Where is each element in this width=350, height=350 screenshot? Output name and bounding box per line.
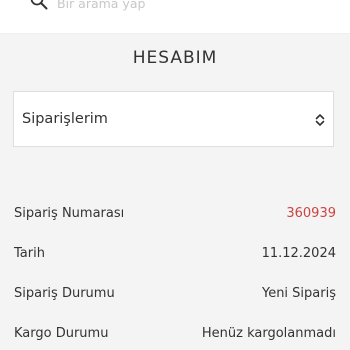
account-page: HESABIM Siparişlerim Sipariş Numarası 36… xyxy=(0,34,350,350)
page-title: HESABIM xyxy=(132,48,218,68)
select-selected-value: Siparişlerim xyxy=(22,111,108,127)
shipping-status-value: Henüz kargolanmadı xyxy=(201,326,336,341)
shipping-status-row: Kargo Durumu Henüz kargolanmadı xyxy=(0,324,350,344)
order-number-row: Sipariş Numarası 360939 xyxy=(0,204,350,224)
chevron-up-down-icon xyxy=(314,112,326,126)
order-date-label: Tarih xyxy=(14,246,45,261)
search-input[interactable] xyxy=(57,0,307,12)
search-icon[interactable] xyxy=(30,0,48,10)
order-status-row: Sipariş Durumu Yeni Sipariş xyxy=(0,284,350,304)
order-date-value: 11.12.2024 xyxy=(261,246,336,261)
account-section-select[interactable]: Siparişlerim xyxy=(13,91,334,147)
order-number-label: Sipariş Numarası xyxy=(14,206,125,221)
order-date-row: Tarih 11.12.2024 xyxy=(0,244,350,264)
shipping-status-label: Kargo Durumu xyxy=(14,326,109,341)
order-number-value: 360939 xyxy=(286,206,336,221)
order-status-label: Sipariş Durumu xyxy=(14,286,115,301)
top-search-bar xyxy=(0,0,350,34)
order-status-value: Yeni Sipariş xyxy=(261,286,336,301)
